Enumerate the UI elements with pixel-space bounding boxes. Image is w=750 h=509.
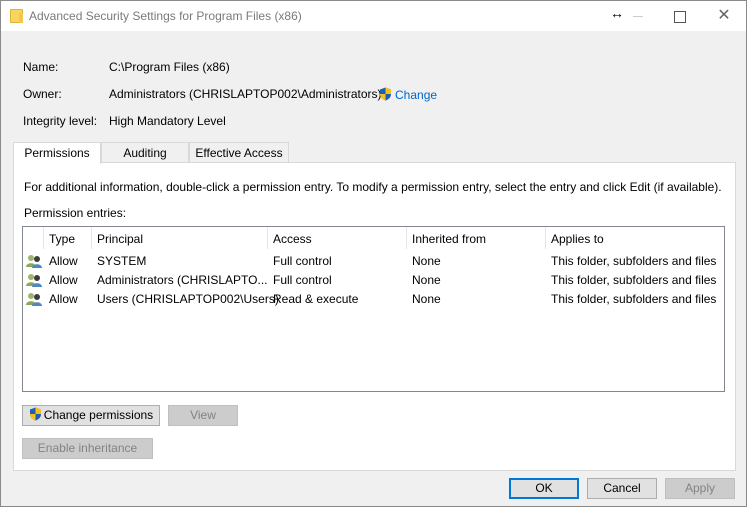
resize-cursor-icon: ↔ (610, 5, 624, 21)
apply-button[interactable]: Apply (665, 478, 735, 499)
permission-entry-row[interactable]: Allow Administrators (CHRISLAPTO... Full… (23, 271, 724, 289)
users-group-icon (26, 274, 42, 287)
permission-entry-row[interactable]: Allow SYSTEM Full control None This fold… (23, 252, 724, 270)
column-header-access[interactable]: Access (273, 232, 312, 246)
entry-type: Allow (49, 254, 78, 268)
entry-access: Read & execute (273, 292, 359, 306)
change-owner-link[interactable]: Change (379, 87, 437, 102)
view-button[interactable]: View (168, 405, 238, 426)
folder-icon (10, 9, 23, 23)
permission-entry-row[interactable]: Allow Users (CHRISLAPTOP002\Users) Read … (23, 290, 724, 308)
column-separator[interactable] (267, 227, 268, 249)
entry-type: Allow (49, 273, 78, 287)
entry-inherited-from: None (412, 254, 441, 268)
name-value: C:\Program Files (x86) (109, 60, 230, 74)
entry-principal: Administrators (CHRISLAPTO... (97, 273, 268, 287)
list-header: Type Principal Access Inherited from App… (23, 227, 724, 249)
cancel-button[interactable]: Cancel (587, 478, 657, 499)
entry-applies-to: This folder, subfolders and files (551, 273, 717, 287)
uac-shield-icon (29, 407, 41, 421)
column-header-type[interactable]: Type (49, 232, 75, 246)
entry-type: Allow (49, 292, 78, 306)
integrity-label: Integrity level: (23, 114, 98, 128)
tab-permissions[interactable]: Permissions (13, 142, 101, 164)
column-header-applies-to[interactable]: Applies to (551, 232, 604, 246)
column-separator[interactable] (43, 227, 44, 249)
entry-access: Full control (273, 273, 332, 287)
column-header-inherited-from[interactable]: Inherited from (412, 232, 486, 246)
window-title: Advanced Security Settings for Program F… (29, 9, 302, 23)
name-label: Name: (23, 60, 59, 74)
entry-applies-to: This folder, subfolders and files (551, 254, 717, 268)
change-permissions-label: Change permissions (43, 408, 154, 422)
enable-inheritance-button[interactable]: Enable inheritance (22, 438, 153, 459)
column-separator[interactable] (406, 227, 407, 249)
uac-shield-icon (380, 87, 391, 101)
change-link-label: Change (395, 88, 438, 102)
owner-value: Administrators (CHRISLAPTOP002\Administr… (109, 87, 382, 101)
permission-entries-list[interactable]: Type Principal Access Inherited from App… (22, 226, 725, 392)
tab-auditing[interactable]: Auditing (101, 142, 189, 163)
tab-effective-access[interactable]: Effective Access (189, 142, 289, 163)
entry-principal: Users (CHRISLAPTOP002\Users) (97, 292, 279, 306)
permission-entries-label: Permission entries: (24, 206, 127, 220)
ok-button[interactable]: OK (509, 478, 579, 499)
entry-inherited-from: None (412, 292, 441, 306)
users-group-icon (26, 255, 42, 268)
permissions-panel: For additional information, double-click… (13, 162, 736, 471)
entry-principal: SYSTEM (97, 254, 147, 268)
users-group-icon (26, 293, 42, 306)
close-button[interactable]: ✕ (709, 5, 739, 27)
integrity-value: High Mandatory Level (109, 114, 226, 128)
column-separator[interactable] (545, 227, 546, 249)
entry-access: Full control (273, 254, 332, 268)
maximize-button[interactable] (665, 7, 695, 27)
column-separator[interactable] (91, 227, 92, 249)
owner-label: Owner: (23, 87, 62, 101)
permissions-hint: For additional information, double-click… (24, 180, 722, 194)
column-header-principal[interactable]: Principal (97, 232, 143, 246)
change-permissions-button[interactable]: Change permissions (22, 405, 160, 426)
entry-applies-to: This folder, subfolders and files (551, 292, 717, 306)
title-bar: Advanced Security Settings for Program F… (1, 1, 746, 31)
advanced-security-settings-window: Advanced Security Settings for Program F… (0, 0, 747, 507)
entry-inherited-from: None (412, 273, 441, 287)
